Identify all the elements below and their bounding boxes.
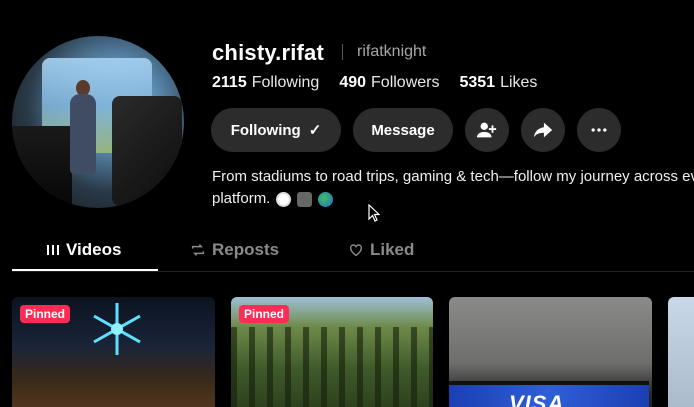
profile-bio: From stadiums to road trips, gaming & te…: [212, 168, 694, 207]
video-thumbnail[interactable]: Pinned: [231, 297, 433, 407]
video-thumbnail[interactable]: Pinned: [12, 297, 215, 407]
film-camera-icon: [297, 191, 313, 207]
stat-followers[interactable]: 490 Followers: [339, 74, 439, 92]
share-button[interactable]: [521, 108, 565, 152]
following-button[interactable]: Following ✓: [211, 108, 341, 152]
add-friend-button[interactable]: [465, 108, 509, 152]
globe-icon: [318, 191, 334, 207]
share-icon: [533, 122, 553, 138]
stat-likes: 5351 Likes: [459, 74, 538, 91]
add-user-icon: [476, 122, 497, 138]
profile-avatar[interactable]: [12, 36, 184, 208]
name-divider: [342, 44, 343, 60]
message-button[interactable]: Message: [353, 108, 453, 152]
active-tab-indicator: [12, 269, 158, 271]
stat-following[interactable]: 2115 Following: [212, 74, 319, 92]
profile-username: chisty.rifat: [212, 40, 325, 65]
profile-stats: 2115 Following 490 Followers 5351 Likes: [212, 74, 537, 92]
soccer-ball-icon: [276, 191, 292, 207]
tab-liked[interactable]: Liked: [348, 240, 414, 260]
video-thumbnail[interactable]: [668, 297, 694, 407]
profile-tabs: Videos Reposts Liked: [12, 232, 694, 272]
pinned-badge: Pinned: [239, 305, 290, 323]
profile-handle: rifatknight: [357, 43, 427, 60]
heart-icon: [349, 244, 363, 257]
check-icon: ✓: [308, 122, 322, 139]
grid-icon: [47, 245, 59, 255]
mouse-cursor-icon: [368, 204, 380, 222]
snowflake-icon: [93, 303, 141, 355]
pinned-badge: Pinned: [20, 305, 71, 323]
tab-reposts[interactable]: Reposts: [190, 240, 279, 260]
more-icon: [591, 128, 607, 132]
video-thumbnail[interactable]: VISA: [449, 297, 652, 407]
tv-screen: VISA: [449, 381, 649, 407]
repost-icon: [191, 244, 205, 256]
tab-videos[interactable]: Videos: [46, 240, 121, 260]
more-options-button[interactable]: [577, 108, 621, 152]
